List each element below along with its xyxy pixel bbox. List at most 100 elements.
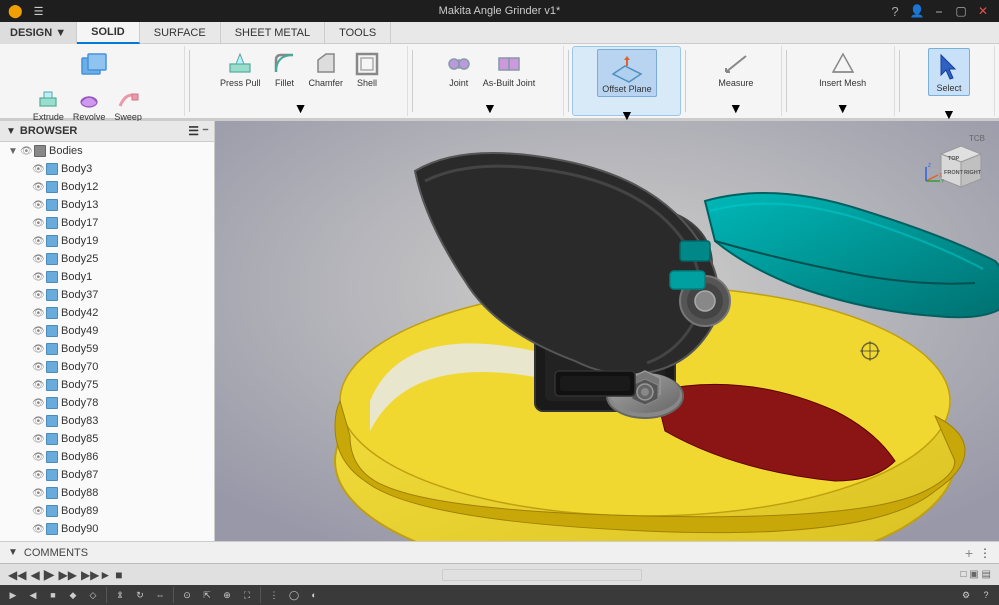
- tab-solid[interactable]: SOLID: [77, 22, 140, 44]
- fillet-button[interactable]: Fillet: [267, 48, 303, 90]
- tab-sheet-metal[interactable]: SHEET METAL: [221, 22, 325, 44]
- bb-display-icon[interactable]: ◯: [285, 587, 303, 603]
- browser-settings-icon[interactable]: ☰: [188, 124, 199, 138]
- tree-visibility-icon[interactable]: 👁: [32, 200, 46, 211]
- help-button[interactable]: ?: [887, 3, 903, 19]
- timeline-play-icon[interactable]: ▶: [44, 566, 55, 583]
- more-assemble-button[interactable]: ▼: [472, 92, 508, 124]
- tab-tools[interactable]: TOOLS: [325, 22, 391, 44]
- browser-item-body42[interactable]: 👁Body42: [0, 304, 214, 322]
- browser-item-body78[interactable]: 👁Body78: [0, 394, 214, 412]
- tree-visibility-icon[interactable]: 👁: [32, 164, 46, 175]
- extrude-button[interactable]: Extrude: [29, 86, 68, 124]
- browser-item-body17[interactable]: 👁Body17: [0, 214, 214, 232]
- bb-zoom-icon[interactable]: ⊕: [218, 587, 236, 603]
- insert-mesh-button[interactable]: Insert Mesh: [815, 48, 870, 90]
- tab-design-dropdown[interactable]: DESIGN ▼: [0, 22, 77, 44]
- new-component-button[interactable]: [74, 48, 114, 84]
- browser-item-body86[interactable]: 👁Body86: [0, 448, 214, 466]
- as-built-joint-button[interactable]: As-Built Joint: [479, 48, 540, 90]
- tab-surface[interactable]: SURFACE: [140, 22, 221, 44]
- tree-visibility-icon[interactable]: 👁: [32, 398, 46, 409]
- press-pull-button[interactable]: Press Pull: [216, 48, 265, 90]
- more-inspect-button[interactable]: ▼: [718, 92, 754, 124]
- bb-btn-2[interactable]: ◀: [24, 587, 42, 603]
- bb-scale-icon[interactable]: ⇔: [151, 587, 169, 603]
- browser-item-body91[interactable]: 👁Body91: [0, 538, 214, 541]
- tree-visibility-icon[interactable]: 👁: [32, 308, 46, 319]
- bb-zoomfit-icon[interactable]: ⛶: [238, 587, 256, 603]
- browser-item-body59[interactable]: 👁Body59: [0, 340, 214, 358]
- browser-item-body70[interactable]: 👁Body70: [0, 358, 214, 376]
- tree-visibility-icon[interactable]: 👁: [32, 326, 46, 337]
- timeline-start-icon[interactable]: ◀◀: [8, 568, 26, 582]
- browser-item-body19[interactable]: 👁Body19: [0, 232, 214, 250]
- bb-help-icon[interactable]: ?: [977, 587, 995, 603]
- bb-pan-icon[interactable]: ⇱: [198, 587, 216, 603]
- bb-btn-3[interactable]: ■: [44, 587, 62, 603]
- viewport[interactable]: TCB TOP FRONT RIGHT: [215, 121, 999, 541]
- timeline-stop-icon[interactable]: ■: [115, 568, 122, 582]
- browser-item-body85[interactable]: 👁Body85: [0, 430, 214, 448]
- tree-visibility-icon[interactable]: 👁: [32, 362, 46, 373]
- browser-expand-icon[interactable]: ▼: [6, 126, 16, 137]
- comments-options-icon[interactable]: ⋮: [979, 546, 991, 560]
- measure-button[interactable]: Measure: [714, 48, 757, 90]
- browser-item-body25[interactable]: 👁Body25: [0, 250, 214, 268]
- comments-add-icon[interactable]: +: [965, 545, 973, 561]
- account-button[interactable]: 👤: [909, 3, 925, 19]
- tree-visibility-icon[interactable]: 👁: [32, 218, 46, 229]
- tree-visibility-icon[interactable]: 👁: [32, 182, 46, 193]
- bb-settings-icon[interactable]: ⚙: [957, 587, 975, 603]
- browser-item-body3[interactable]: 👁Body3: [0, 160, 214, 178]
- tree-visibility-icon[interactable]: 👁: [32, 380, 46, 391]
- app-menu-file[interactable]: ☰: [29, 4, 49, 19]
- browser-item-body49[interactable]: 👁Body49: [0, 322, 214, 340]
- tree-expand-icon[interactable]: ▼: [8, 146, 20, 157]
- tree-visibility-icon[interactable]: 👁: [32, 272, 46, 283]
- browser-item-body1[interactable]: 👁Body1: [0, 268, 214, 286]
- bb-btn-1[interactable]: ▶: [4, 587, 22, 603]
- sweep-button[interactable]: Sweep: [110, 86, 146, 124]
- browser-item-body90[interactable]: 👁Body90: [0, 520, 214, 538]
- tree-visibility-icon[interactable]: 👁: [32, 290, 46, 301]
- chamfer-button[interactable]: Chamfer: [305, 48, 348, 90]
- tree-visibility-icon[interactable]: 👁: [32, 416, 46, 427]
- tree-visibility-icon[interactable]: 👁: [32, 434, 46, 445]
- tree-visibility-icon[interactable]: 👁: [32, 452, 46, 463]
- close-button[interactable]: ✕: [975, 3, 991, 19]
- maximize-button[interactable]: ▢: [953, 3, 969, 19]
- browser-item-bodies-root[interactable]: ▼👁Bodies: [0, 142, 214, 160]
- browser-item-body12[interactable]: 👁Body12: [0, 178, 214, 196]
- browser-item-body88[interactable]: 👁Body88: [0, 484, 214, 502]
- bb-move-icon[interactable]: ⇭: [111, 587, 129, 603]
- revolve-button[interactable]: Revolve: [69, 86, 110, 124]
- minimize-button[interactable]: ⎯: [931, 3, 947, 19]
- bb-view-icon[interactable]: ◐: [305, 587, 323, 603]
- tree-visibility-icon[interactable]: 👁: [32, 470, 46, 481]
- tree-visibility-icon[interactable]: 👁: [32, 506, 46, 517]
- timeline-prev-icon[interactable]: ◀: [30, 568, 39, 582]
- tree-visibility-icon[interactable]: 👁: [32, 488, 46, 499]
- bb-btn-5[interactable]: ◇: [84, 587, 102, 603]
- bb-btn-4[interactable]: ◆: [64, 587, 82, 603]
- shell-button[interactable]: Shell: [349, 48, 385, 90]
- construct-offset-plane-button[interactable]: Offset Plane: [597, 49, 656, 97]
- select-button[interactable]: Select: [928, 48, 970, 96]
- more-modify-button[interactable]: ▼: [283, 92, 319, 124]
- viewcube[interactable]: TCB TOP FRONT RIGHT: [921, 129, 991, 199]
- browser-item-body37[interactable]: 👁Body37: [0, 286, 214, 304]
- bb-rotate-icon[interactable]: ↻: [131, 587, 149, 603]
- browser-item-body13[interactable]: 👁Body13: [0, 196, 214, 214]
- browser-item-body75[interactable]: 👁Body75: [0, 376, 214, 394]
- more-insert-button[interactable]: ▼: [825, 92, 861, 124]
- browser-item-body83[interactable]: 👁Body83: [0, 412, 214, 430]
- tree-visibility-icon[interactable]: 👁: [20, 146, 34, 157]
- tree-visibility-icon[interactable]: 👁: [32, 524, 46, 535]
- tree-visibility-icon[interactable]: 👁: [32, 344, 46, 355]
- joint-button[interactable]: Joint: [441, 48, 477, 90]
- timeline-next-icon[interactable]: ▶▶: [58, 568, 76, 582]
- comments-expand-icon[interactable]: ▼: [8, 547, 18, 558]
- timeline-track[interactable]: [442, 569, 642, 581]
- browser-item-body89[interactable]: 👁Body89: [0, 502, 214, 520]
